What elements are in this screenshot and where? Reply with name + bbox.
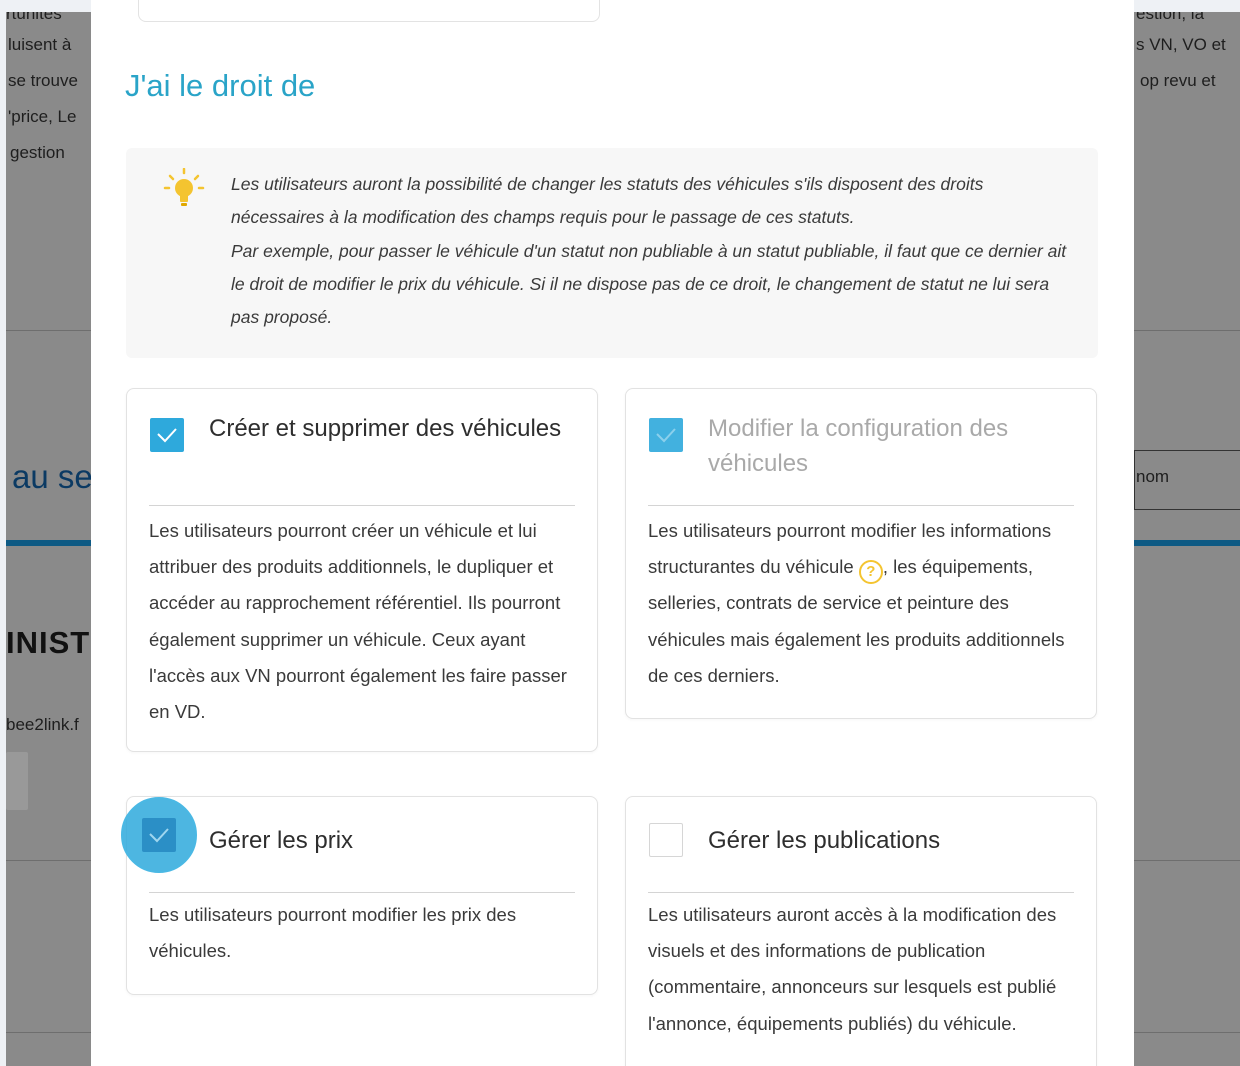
background-tab-label: au se xyxy=(12,458,93,495)
info-paragraph: Les utilisateurs auront la possibilité d… xyxy=(231,174,984,228)
background-button xyxy=(6,752,28,810)
checkbox-prices[interactable] xyxy=(142,818,176,852)
background-text: estion, la xyxy=(1136,12,1205,23)
background-tab-underline xyxy=(1134,540,1240,546)
card-divider xyxy=(648,892,1074,893)
checkbox-publications[interactable] xyxy=(649,823,683,857)
section-title: J'ai le droit de xyxy=(125,68,316,103)
card-divider xyxy=(149,892,575,893)
checkbox-configuration xyxy=(649,418,683,452)
background-text: se trouve xyxy=(8,71,78,90)
background-divider xyxy=(6,860,91,861)
previous-card xyxy=(138,0,600,22)
background-text: op revu et xyxy=(1140,71,1216,90)
background-email: bee2link.f xyxy=(6,715,79,734)
info-paragraph: Par exemple, pour passer le véhicule d'u… xyxy=(231,240,1067,328)
background-text: rtunités xyxy=(6,12,62,23)
background-tab-underline xyxy=(6,540,91,546)
background-text: s VN, VO et xyxy=(1136,35,1226,54)
card-description: Les utilisateurs pourront modifier les p… xyxy=(149,904,517,962)
click-highlight xyxy=(121,797,197,873)
background-divider xyxy=(1134,330,1240,331)
permission-card-prices: Gérer les prix Les utilisateurs pourront… xyxy=(126,796,598,995)
permission-card-create-delete: Créer et supprimer des véhicules Les uti… xyxy=(126,388,598,752)
background-divider xyxy=(1134,860,1240,861)
permission-card-publications: Gérer les publications Les utilisateurs … xyxy=(625,796,1097,1066)
background-text: luisent à xyxy=(8,35,72,54)
info-box: Les utilisateurs auront la possibilité d… xyxy=(126,148,1098,358)
background-text: gestion xyxy=(10,143,65,162)
card-divider xyxy=(648,505,1074,506)
permission-card-configuration: Modifier la configuration des véhicules … xyxy=(625,388,1097,719)
card-title: Gérer les publications xyxy=(708,827,941,854)
background-divider xyxy=(6,1032,91,1033)
card-description: Les utilisateurs pourront modifier les i… xyxy=(648,513,1082,694)
background-divider xyxy=(6,330,91,331)
card-divider xyxy=(149,505,575,506)
background-text: 'price, Le xyxy=(8,107,77,126)
checkbox-create-delete[interactable] xyxy=(150,418,184,452)
background-text: nom xyxy=(1136,467,1170,486)
info-text: Les utilisateurs auront la possibilité d… xyxy=(231,168,1071,334)
card-description: Les utilisateurs pourront créer un véhic… xyxy=(149,520,567,723)
lightbulb-icon xyxy=(162,167,206,208)
card-description: Les utilisateurs auront accès à la modif… xyxy=(648,904,1057,1034)
card-title: Gérer les prix xyxy=(209,827,354,854)
card-title: Modifier la configuration des véhicules xyxy=(708,415,1009,477)
permissions-modal: J'ai le droit de Les utilisateurs auront… xyxy=(91,0,1134,1066)
card-title: Créer et supprimer des véhicules xyxy=(209,415,562,442)
background-divider xyxy=(1134,1032,1240,1033)
background-heading: INIST xyxy=(6,625,91,660)
help-icon[interactable]: ? xyxy=(858,560,883,585)
